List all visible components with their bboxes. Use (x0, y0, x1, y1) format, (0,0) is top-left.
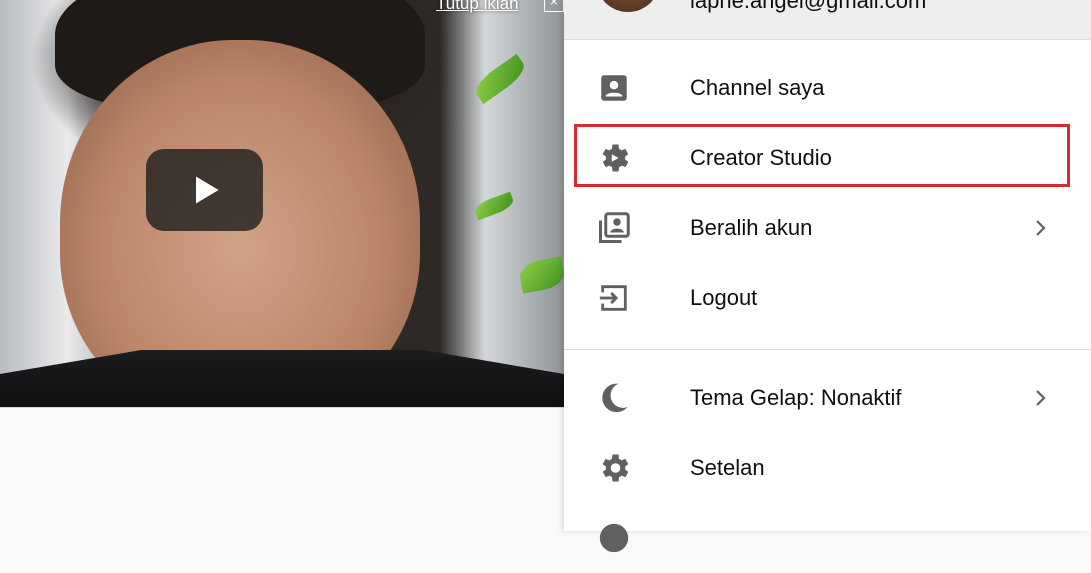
menu-item-label: Setelan (690, 455, 765, 480)
chevron-right-icon (1036, 390, 1046, 406)
video-thumbnail-shirt (0, 350, 564, 407)
menu-item-settings[interactable]: Setelan (564, 433, 1091, 503)
account-box-icon (596, 70, 632, 106)
menu-divider (564, 349, 1091, 350)
close-ad-icon[interactable]: × (544, 0, 564, 12)
switch-account-icon (596, 210, 632, 246)
account-menu: laphe.angel@gmail.com Channel saya Creat… (564, 0, 1091, 553)
menu-item-help[interactable] (564, 503, 1091, 573)
menu-item-label: Tema Gelap: Nonaktif (690, 385, 902, 410)
leaf-decoration (472, 191, 516, 221)
play-button[interactable] (146, 149, 263, 231)
menu-item-label: Beralih akun (690, 215, 813, 240)
account-header: laphe.angel@gmail.com (564, 0, 1091, 40)
help-icon (596, 520, 632, 556)
menu-item-label: Creator Studio (690, 145, 832, 170)
play-icon (195, 176, 218, 204)
menu-item-label: Logout (690, 285, 758, 310)
menu-item-dark-theme[interactable]: Tema Gelap: Nonaktif (564, 363, 1091, 433)
below-video-area (0, 407, 564, 532)
close-ad-link[interactable]: Tutup iklan (436, 0, 519, 14)
chevron-right-icon (1036, 220, 1046, 236)
leaf-decoration (470, 53, 530, 105)
leaf-decoration (517, 256, 564, 294)
moon-icon (596, 380, 632, 416)
avatar (596, 0, 660, 12)
gear-icon (596, 140, 632, 176)
menu-item-creator-studio[interactable]: Creator Studio (564, 123, 1091, 193)
menu-item-switch-account[interactable]: Beralih akun (564, 193, 1091, 263)
menu-item-my-channel[interactable]: Channel saya (564, 53, 1091, 123)
logout-icon (596, 280, 632, 316)
menu-item-logout[interactable]: Logout (564, 263, 1091, 333)
menu-item-label: Channel saya (690, 75, 825, 100)
video-player[interactable]: Tutup iklan × (0, 0, 564, 407)
gear-icon (596, 450, 632, 486)
account-email: laphe.angel@gmail.com (690, 0, 927, 13)
